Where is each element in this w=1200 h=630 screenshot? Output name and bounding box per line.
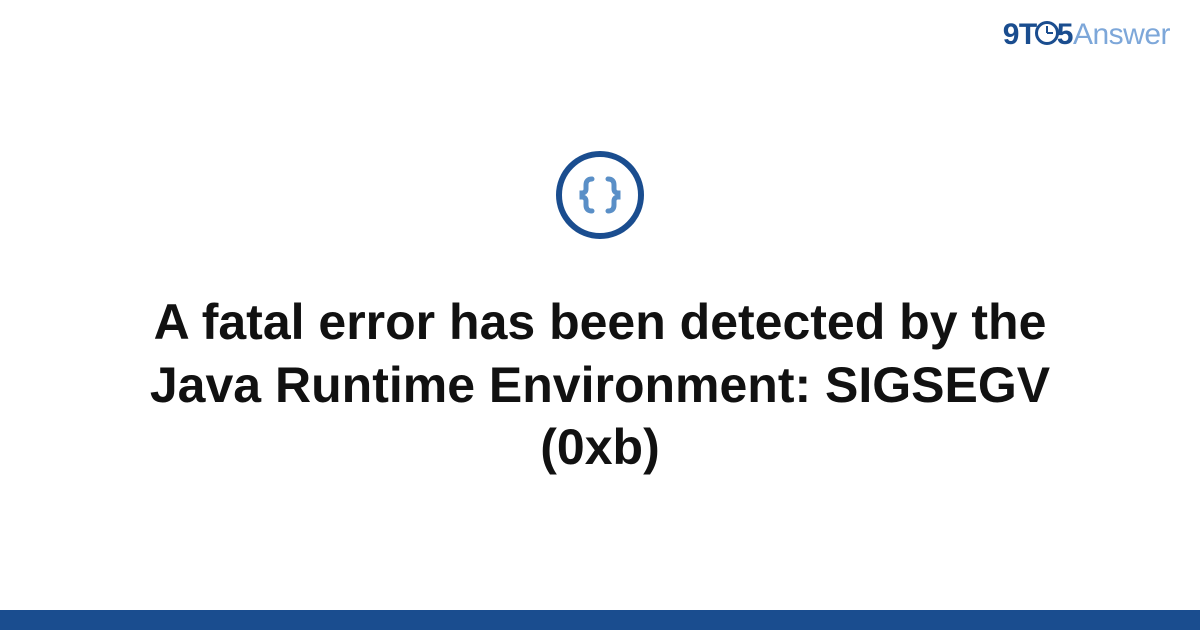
main-content: A fatal error has been detected by the J…: [0, 0, 1200, 610]
page-title: A fatal error has been detected by the J…: [100, 291, 1100, 479]
code-braces-icon: [556, 151, 644, 239]
footer-bar: [0, 610, 1200, 630]
